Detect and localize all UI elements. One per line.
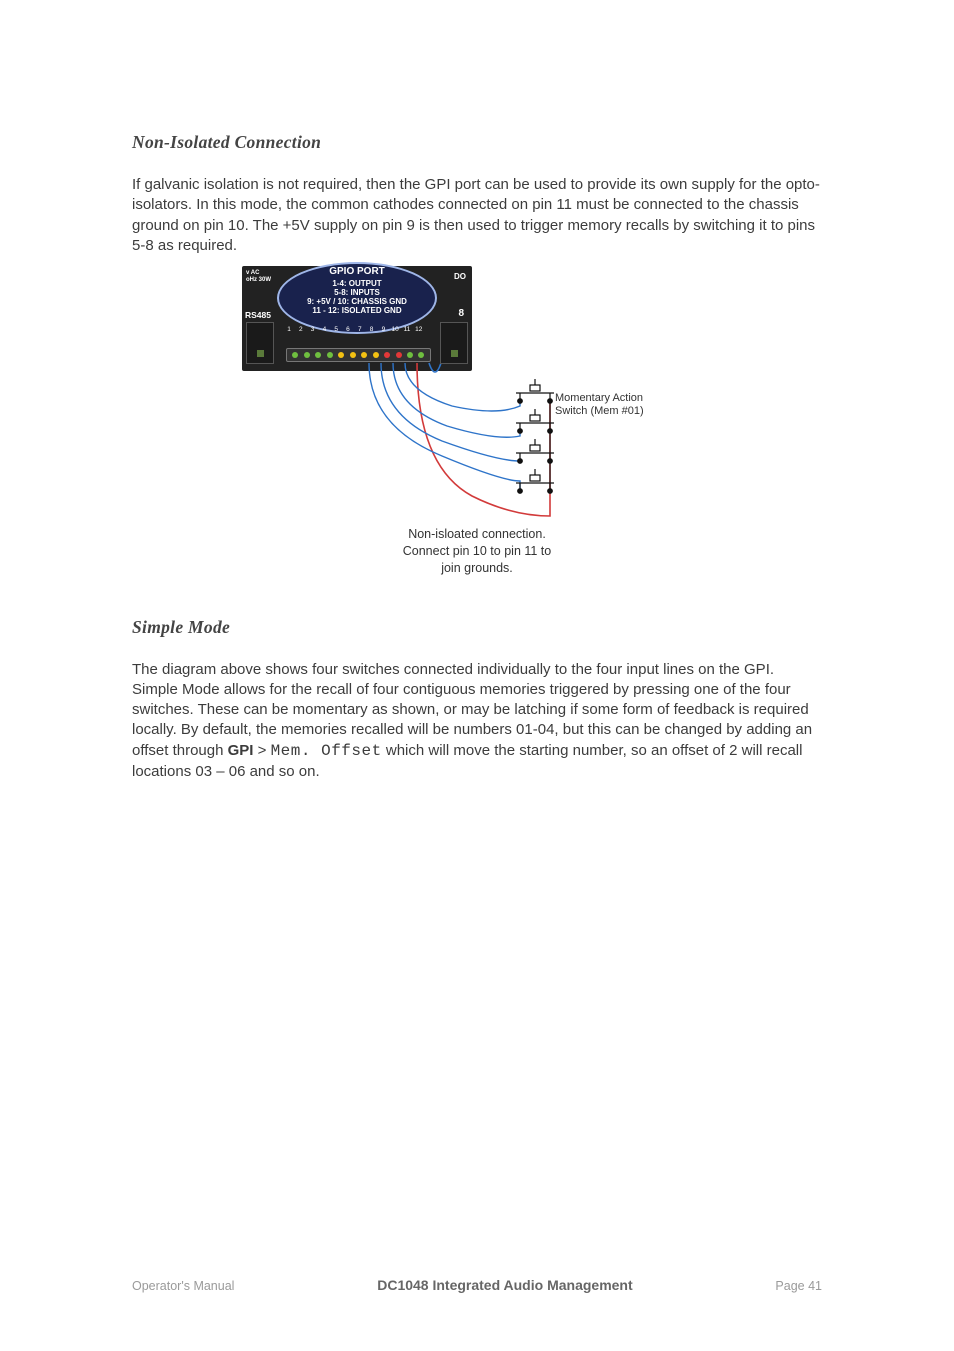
terminal-dot — [304, 352, 310, 358]
gpio-text: GPIO PORT 1-4: OUTPUT 5-8: INPUTS 9: +5V… — [287, 266, 427, 315]
terminal-dot — [350, 352, 356, 358]
panel-ac-text: v AC oHz 30W — [246, 270, 271, 283]
screw-icon — [451, 350, 458, 357]
pin-num: 1 — [285, 326, 293, 333]
terminal-dot — [407, 352, 413, 358]
terminal-dot — [373, 352, 379, 358]
footer-page-num: 41 — [808, 1279, 822, 1293]
para-simple-mode: The diagram above shows four switches co… — [132, 660, 822, 783]
terminal-dot — [327, 352, 333, 358]
panel-ac-line2: oHz 30W — [246, 277, 271, 283]
pin-num: 7 — [356, 326, 364, 333]
heading-non-isolated: Non-Isolated Connection — [132, 132, 822, 153]
terminal-dot — [338, 352, 344, 358]
pin-num: 2 — [297, 326, 305, 333]
terminal-dot — [396, 352, 402, 358]
panel-ac-line1: v AC — [246, 270, 259, 276]
para-non-isolated: If galvanic isolation is not required, t… — [132, 175, 822, 256]
gpio-line2: 5-8: INPUTS — [287, 288, 427, 297]
terminal-dot — [315, 352, 321, 358]
screw-icon — [257, 350, 264, 357]
pin-num: 10 — [391, 326, 399, 333]
switch-label-line2: Switch (Mem #01) — [555, 405, 644, 418]
gpio-title: GPIO PORT — [287, 266, 427, 278]
caption-line3: join grounds. — [403, 560, 552, 577]
terminal-dot — [384, 352, 390, 358]
lcd-text: Mem. Offset — [271, 742, 382, 760]
terminal-dot — [418, 352, 424, 358]
gpi-bold: GPI — [228, 742, 254, 759]
footer-right: Page 41 — [775, 1279, 822, 1293]
diagram-container: v AC oHz 30W GPIO PORT 1-4: OUTPUT 5-8: … — [132, 266, 822, 577]
pin-num: 3 — [309, 326, 317, 333]
switch-label: Momentary Action Switch (Mem #01) — [555, 392, 644, 418]
terminal-dot — [292, 352, 298, 358]
device-panel: v AC oHz 30W GPIO PORT 1-4: OUTPUT 5-8: … — [242, 266, 472, 371]
pin-number-row: 1 2 3 4 5 6 7 8 9 10 11 12 — [285, 326, 423, 333]
pin-num: 6 — [344, 326, 352, 333]
gpio-line3: 9: +5V / 10: CHASSIS GND — [287, 297, 427, 306]
pin-num: 5 — [332, 326, 340, 333]
gpio-line1: 1-4: OUTPUT — [287, 279, 427, 288]
panel-rs485: RS485 — [245, 310, 271, 320]
panel-do: DO — [454, 272, 466, 281]
footer-page-label: Page — [775, 1279, 808, 1293]
footer-left: Operator's Manual — [132, 1279, 234, 1293]
footer-center: DC1048 Integrated Audio Management — [377, 1277, 632, 1293]
terminal-dot — [361, 352, 367, 358]
terminal-strip — [286, 348, 431, 362]
pin-num: 9 — [379, 326, 387, 333]
port-left — [246, 322, 274, 364]
heading-simple-mode: Simple Mode — [132, 617, 822, 638]
port-right — [440, 322, 468, 364]
switch-label-line1: Momentary Action — [555, 392, 644, 405]
pin-num: 12 — [415, 326, 423, 333]
pin-num: 11 — [403, 326, 411, 333]
pin-num: 4 — [320, 326, 328, 333]
pin-num: 8 — [368, 326, 376, 333]
gt-sep: > — [253, 742, 270, 759]
panel-eight: 8 — [458, 308, 464, 319]
page-footer: Operator's Manual DC1048 Integrated Audi… — [132, 1277, 822, 1293]
gpio-line4: 11 - 12: ISOLATED GND — [287, 306, 427, 315]
